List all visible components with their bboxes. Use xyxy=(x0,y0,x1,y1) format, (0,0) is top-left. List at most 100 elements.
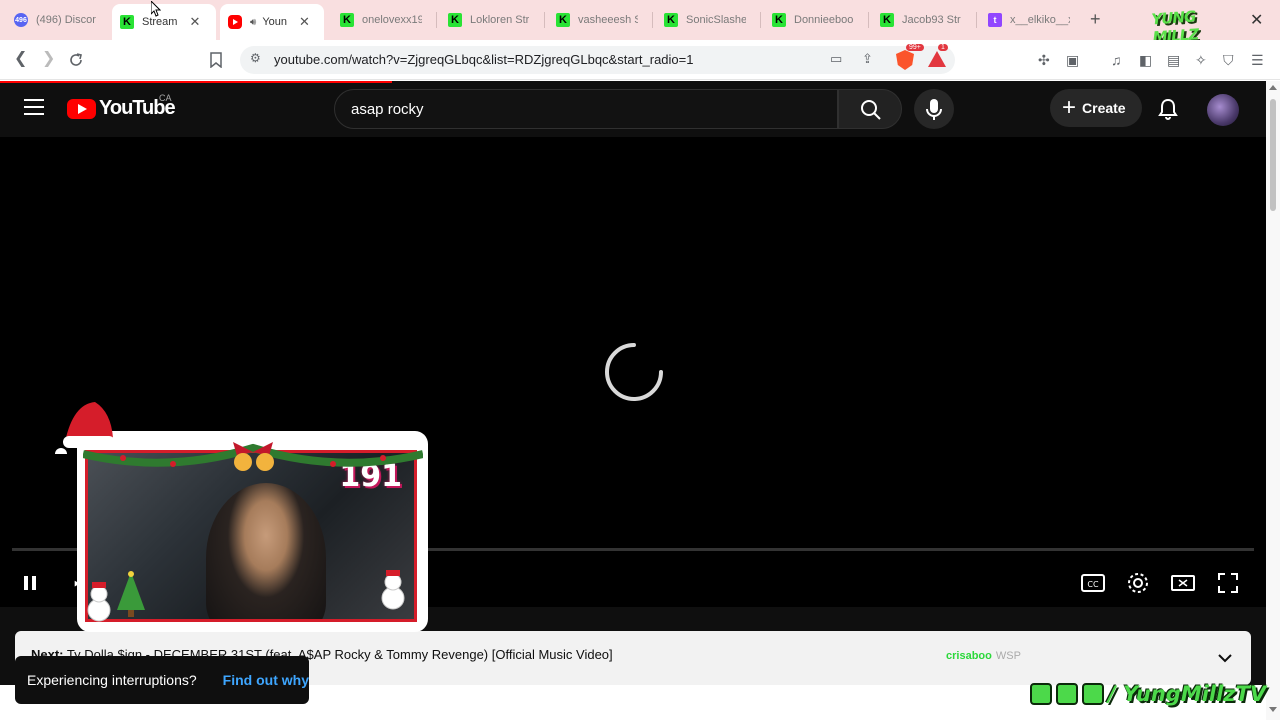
rewards-badge: 1 xyxy=(938,44,948,51)
tiktok-icon xyxy=(1082,683,1104,705)
scroll-up-arrow-icon[interactable] xyxy=(1269,85,1277,90)
microphone-icon xyxy=(926,99,942,120)
streamer-socials-banner: / YungMillzTV xyxy=(1030,676,1266,712)
youtube-logo[interactable]: YouTube CA xyxy=(67,93,176,120)
search-box xyxy=(334,89,902,129)
url-text[interactable]: youtube.com/watch?v=ZjgreqGLbqc&list=RDZ… xyxy=(274,52,693,67)
settings-gear-icon[interactable] xyxy=(1124,569,1152,597)
youtube-icon xyxy=(228,15,242,29)
tab-separator xyxy=(544,12,545,28)
chevron-down-icon[interactable] xyxy=(1217,653,1233,663)
leo-ai-icon[interactable]: ✧ xyxy=(1195,52,1207,69)
youtube-masthead: YouTube CA + Create xyxy=(0,81,1266,137)
back-button[interactable]: ❮ xyxy=(14,48,27,68)
tab-kick-jacob93[interactable]: K Jacob93 Str xyxy=(872,4,976,36)
media-icon[interactable]: ♫ xyxy=(1111,52,1122,68)
kick-icon: K xyxy=(556,13,570,27)
tab-kick-vasheeesh[interactable]: K vasheeesh S xyxy=(548,4,652,36)
pause-icon[interactable] xyxy=(16,569,44,597)
close-tab-icon[interactable]: ✕ xyxy=(299,14,310,30)
scroll-down-arrow-icon[interactable] xyxy=(1269,707,1277,712)
create-label: Create xyxy=(1082,100,1126,116)
brave-shield-icon[interactable] xyxy=(896,50,914,70)
kick-icon: K xyxy=(772,13,786,27)
find-out-why-link[interactable]: Find out why xyxy=(223,672,309,688)
menu-icon[interactable]: ☰ xyxy=(1251,52,1264,69)
region-code: CA xyxy=(159,93,172,103)
search-input[interactable] xyxy=(334,89,838,129)
address-bar[interactable]: ⚙ youtube.com/watch?v=ZjgreqGLbqc&list=R… xyxy=(240,44,955,74)
tab-kick-lokloren[interactable]: K Lokloren Str xyxy=(440,4,544,36)
tab-kick-donnieeboo[interactable]: K Donnieeboo xyxy=(764,4,868,36)
tab-label: onelovexx19 xyxy=(362,14,422,26)
window-close-button[interactable]: ✕ xyxy=(1250,10,1263,30)
close-tab-icon[interactable]: ✕ xyxy=(189,14,200,30)
kick-watermark: crisaboo WSP xyxy=(946,650,1021,662)
page-loading-bar xyxy=(0,81,392,83)
browser-tab-strip: 496 (496) Discor K Stream ✕ 🔊︎ Youn ✕ K … xyxy=(0,0,1280,46)
sidebar-icon[interactable]: ◧ xyxy=(1139,52,1152,69)
streamer-figure xyxy=(206,483,326,619)
kick-watermark-handle: crisaboo xyxy=(946,650,992,662)
tab-label: Jacob93 Str xyxy=(902,14,961,26)
twitter-icon xyxy=(1056,683,1078,705)
tab-label: (496) Discor xyxy=(36,14,96,26)
page-scrollbar[interactable] xyxy=(1266,81,1280,720)
guide-menu-icon[interactable] xyxy=(24,99,44,115)
wallet-icon[interactable]: ▤ xyxy=(1167,52,1180,69)
voice-search-button[interactable] xyxy=(914,89,954,129)
new-tab-button[interactable]: + xyxy=(1090,9,1101,30)
christmas-garland-icon xyxy=(83,442,423,471)
notifications-bell-icon[interactable] xyxy=(1156,97,1180,121)
search-button[interactable] xyxy=(838,89,902,129)
bookmark-icon[interactable] xyxy=(209,52,223,68)
shield-badge: 99+ xyxy=(906,44,924,51)
tab-separator xyxy=(976,12,977,28)
browser-toolbar: ❮ ❯ ⚙ youtube.com/watch?v=ZjgreqGLbqc&li… xyxy=(0,40,1280,80)
fullscreen-icon[interactable] xyxy=(1214,569,1242,597)
account-avatar[interactable] xyxy=(1207,94,1239,126)
santa-hat-icon xyxy=(55,402,115,454)
tab-separator xyxy=(436,12,437,28)
tab-stream[interactable]: K Stream ✕ xyxy=(112,4,216,40)
loading-spinner-icon xyxy=(605,343,663,401)
vpn-icon[interactable]: ⛉ xyxy=(1223,52,1234,69)
kick-icon: K xyxy=(664,13,678,27)
reader-icon[interactable]: ▣ xyxy=(1066,52,1079,69)
kick-icon: K xyxy=(880,13,894,27)
socials-handle: / YungMillzTV xyxy=(1108,682,1267,706)
forward-button[interactable]: ❯ xyxy=(42,48,55,68)
plus-icon: + xyxy=(1062,94,1077,121)
streamer-webcam-overlay: 191 xyxy=(55,398,427,634)
site-info-icon[interactable]: ⚙ xyxy=(250,51,261,65)
tab-label: Lokloren Str xyxy=(470,14,530,26)
create-button[interactable]: + Create xyxy=(1050,89,1142,127)
theater-mode-icon[interactable] xyxy=(1169,569,1197,597)
reload-icon[interactable] xyxy=(68,52,84,68)
share-icon[interactable]: ⇪ xyxy=(862,51,873,67)
tab-kick-sonicslasher[interactable]: K SonicSlashe xyxy=(656,4,760,36)
search-icon xyxy=(861,100,881,120)
speaker-icon[interactable]: 🔊︎ xyxy=(250,17,256,28)
svg-text:CC: CC xyxy=(1087,580,1099,589)
tab-kick-onelovexx[interactable]: K onelovexx19 xyxy=(332,4,432,36)
tab-label: SonicSlashe xyxy=(686,14,746,26)
cast-icon[interactable]: ▭ xyxy=(830,51,842,67)
tab-label: Youn xyxy=(262,16,287,28)
brave-rewards-icon[interactable] xyxy=(928,51,946,67)
tab-discord[interactable]: 496 (496) Discor xyxy=(6,4,110,36)
tab-separator xyxy=(868,12,869,28)
tab-label: Donnieeboo xyxy=(794,14,854,26)
tab-label: Stream xyxy=(142,16,178,28)
tab-twitch-elkiko[interactable]: t x__elkiko__x xyxy=(980,4,1084,36)
toast-message: Experiencing interruptions? xyxy=(27,672,197,688)
extensions-icon[interactable]: ✣ xyxy=(1038,52,1050,69)
twitch-icon xyxy=(1030,683,1052,705)
interruptions-toast: Experiencing interruptions? Find out why xyxy=(15,656,309,704)
captions-icon[interactable]: CC xyxy=(1079,569,1107,597)
twitch-icon: t xyxy=(988,13,1002,27)
scrollbar-thumb[interactable] xyxy=(1270,99,1276,211)
christmas-tree-icon xyxy=(117,571,145,617)
tab-youtube[interactable]: 🔊︎ Youn ✕ xyxy=(220,4,324,40)
tab-separator xyxy=(652,12,653,28)
